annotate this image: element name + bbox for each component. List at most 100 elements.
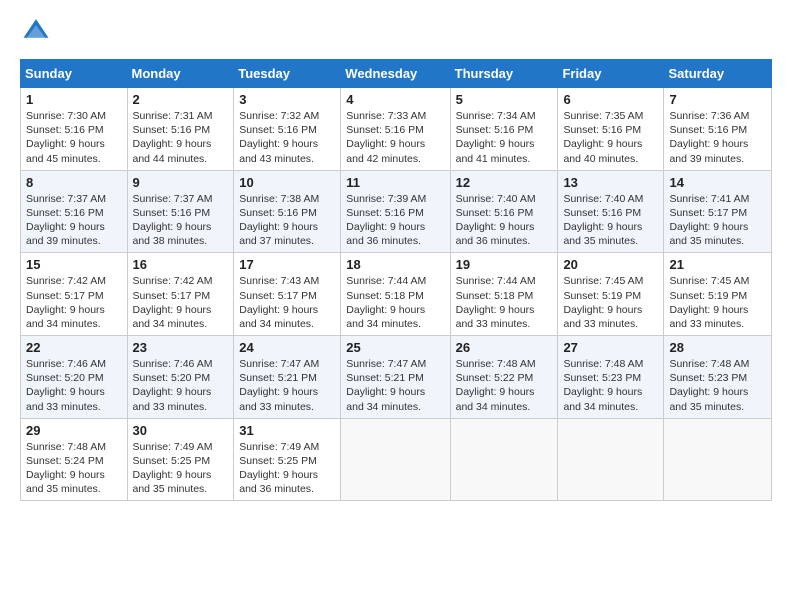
day-number: 13 [563,175,658,190]
calendar-cell [664,418,772,501]
day-info: Sunrise: 7:31 AMSunset: 5:16 PMDaylight:… [133,110,213,165]
day-info: Sunrise: 7:40 AMSunset: 5:16 PMDaylight:… [456,193,536,248]
calendar-cell: 6 Sunrise: 7:35 AMSunset: 5:16 PMDayligh… [558,88,664,171]
day-number: 9 [133,175,229,190]
calendar-cell: 12 Sunrise: 7:40 AMSunset: 5:16 PMDaylig… [450,170,558,253]
calendar-header-row: SundayMondayTuesdayWednesdayThursdayFrid… [21,60,772,88]
day-info: Sunrise: 7:48 AMSunset: 5:23 PMDaylight:… [563,358,643,413]
day-info: Sunrise: 7:47 AMSunset: 5:21 PMDaylight:… [239,358,319,413]
day-number: 17 [239,257,335,272]
day-info: Sunrise: 7:35 AMSunset: 5:16 PMDaylight:… [563,110,643,165]
day-info: Sunrise: 7:45 AMSunset: 5:19 PMDaylight:… [563,275,643,330]
day-number: 7 [669,92,766,107]
day-number: 16 [133,257,229,272]
calendar-cell: 23 Sunrise: 7:46 AMSunset: 5:20 PMDaylig… [127,336,234,419]
day-info: Sunrise: 7:42 AMSunset: 5:17 PMDaylight:… [26,275,106,330]
day-number: 23 [133,340,229,355]
day-info: Sunrise: 7:41 AMSunset: 5:17 PMDaylight:… [669,193,749,248]
day-info: Sunrise: 7:44 AMSunset: 5:18 PMDaylight:… [456,275,536,330]
calendar-cell: 16 Sunrise: 7:42 AMSunset: 5:17 PMDaylig… [127,253,234,336]
calendar-header-wednesday: Wednesday [341,60,450,88]
calendar-header-thursday: Thursday [450,60,558,88]
day-number: 14 [669,175,766,190]
calendar-cell [450,418,558,501]
day-number: 20 [563,257,658,272]
header [20,16,772,49]
calendar-table: SundayMondayTuesdayWednesdayThursdayFrid… [20,59,772,501]
day-info: Sunrise: 7:48 AMSunset: 5:23 PMDaylight:… [669,358,749,413]
calendar-header-saturday: Saturday [664,60,772,88]
day-number: 21 [669,257,766,272]
day-info: Sunrise: 7:38 AMSunset: 5:16 PMDaylight:… [239,193,319,248]
day-number: 12 [456,175,553,190]
day-number: 4 [346,92,444,107]
calendar-cell: 3 Sunrise: 7:32 AMSunset: 5:16 PMDayligh… [234,88,341,171]
calendar-cell: 27 Sunrise: 7:48 AMSunset: 5:23 PMDaylig… [558,336,664,419]
calendar-cell: 5 Sunrise: 7:34 AMSunset: 5:16 PMDayligh… [450,88,558,171]
calendar-cell: 14 Sunrise: 7:41 AMSunset: 5:17 PMDaylig… [664,170,772,253]
calendar-cell: 31 Sunrise: 7:49 AMSunset: 5:25 PMDaylig… [234,418,341,501]
day-number: 27 [563,340,658,355]
day-number: 8 [26,175,122,190]
day-number: 5 [456,92,553,107]
day-info: Sunrise: 7:39 AMSunset: 5:16 PMDaylight:… [346,193,426,248]
day-number: 18 [346,257,444,272]
day-info: Sunrise: 7:48 AMSunset: 5:22 PMDaylight:… [456,358,536,413]
day-info: Sunrise: 7:36 AMSunset: 5:16 PMDaylight:… [669,110,749,165]
day-info: Sunrise: 7:49 AMSunset: 5:25 PMDaylight:… [133,441,213,496]
day-info: Sunrise: 7:33 AMSunset: 5:16 PMDaylight:… [346,110,426,165]
day-info: Sunrise: 7:48 AMSunset: 5:24 PMDaylight:… [26,441,106,496]
calendar-cell: 1 Sunrise: 7:30 AMSunset: 5:16 PMDayligh… [21,88,128,171]
day-info: Sunrise: 7:32 AMSunset: 5:16 PMDaylight:… [239,110,319,165]
calendar-header-tuesday: Tuesday [234,60,341,88]
calendar-cell: 21 Sunrise: 7:45 AMSunset: 5:19 PMDaylig… [664,253,772,336]
day-number: 2 [133,92,229,107]
calendar-cell: 8 Sunrise: 7:37 AMSunset: 5:16 PMDayligh… [21,170,128,253]
logo-icon [22,16,50,44]
calendar-week-row: 1 Sunrise: 7:30 AMSunset: 5:16 PMDayligh… [21,88,772,171]
calendar-cell [341,418,450,501]
calendar-cell: 13 Sunrise: 7:40 AMSunset: 5:16 PMDaylig… [558,170,664,253]
day-info: Sunrise: 7:46 AMSunset: 5:20 PMDaylight:… [133,358,213,413]
day-number: 10 [239,175,335,190]
calendar-cell: 4 Sunrise: 7:33 AMSunset: 5:16 PMDayligh… [341,88,450,171]
day-number: 31 [239,423,335,438]
calendar-cell: 25 Sunrise: 7:47 AMSunset: 5:21 PMDaylig… [341,336,450,419]
calendar-cell: 26 Sunrise: 7:48 AMSunset: 5:22 PMDaylig… [450,336,558,419]
calendar-header-sunday: Sunday [21,60,128,88]
calendar-cell [558,418,664,501]
day-info: Sunrise: 7:37 AMSunset: 5:16 PMDaylight:… [133,193,213,248]
calendar-cell: 2 Sunrise: 7:31 AMSunset: 5:16 PMDayligh… [127,88,234,171]
logo [20,16,54,49]
calendar-header-monday: Monday [127,60,234,88]
day-number: 11 [346,175,444,190]
calendar-cell: 29 Sunrise: 7:48 AMSunset: 5:24 PMDaylig… [21,418,128,501]
calendar-week-row: 15 Sunrise: 7:42 AMSunset: 5:17 PMDaylig… [21,253,772,336]
calendar-cell: 30 Sunrise: 7:49 AMSunset: 5:25 PMDaylig… [127,418,234,501]
day-number: 30 [133,423,229,438]
calendar-cell: 10 Sunrise: 7:38 AMSunset: 5:16 PMDaylig… [234,170,341,253]
day-number: 28 [669,340,766,355]
day-info: Sunrise: 7:37 AMSunset: 5:16 PMDaylight:… [26,193,106,248]
calendar-cell: 11 Sunrise: 7:39 AMSunset: 5:16 PMDaylig… [341,170,450,253]
day-number: 24 [239,340,335,355]
day-number: 22 [26,340,122,355]
day-info: Sunrise: 7:40 AMSunset: 5:16 PMDaylight:… [563,193,643,248]
calendar-cell: 7 Sunrise: 7:36 AMSunset: 5:16 PMDayligh… [664,88,772,171]
calendar-cell: 9 Sunrise: 7:37 AMSunset: 5:16 PMDayligh… [127,170,234,253]
calendar-cell: 20 Sunrise: 7:45 AMSunset: 5:19 PMDaylig… [558,253,664,336]
day-info: Sunrise: 7:49 AMSunset: 5:25 PMDaylight:… [239,441,319,496]
calendar-cell: 19 Sunrise: 7:44 AMSunset: 5:18 PMDaylig… [450,253,558,336]
calendar-cell: 15 Sunrise: 7:42 AMSunset: 5:17 PMDaylig… [21,253,128,336]
calendar-header-friday: Friday [558,60,664,88]
day-number: 29 [26,423,122,438]
day-number: 1 [26,92,122,107]
calendar-cell: 22 Sunrise: 7:46 AMSunset: 5:20 PMDaylig… [21,336,128,419]
day-number: 6 [563,92,658,107]
day-number: 3 [239,92,335,107]
calendar-cell: 24 Sunrise: 7:47 AMSunset: 5:21 PMDaylig… [234,336,341,419]
day-info: Sunrise: 7:47 AMSunset: 5:21 PMDaylight:… [346,358,426,413]
day-number: 15 [26,257,122,272]
calendar-cell: 18 Sunrise: 7:44 AMSunset: 5:18 PMDaylig… [341,253,450,336]
day-info: Sunrise: 7:42 AMSunset: 5:17 PMDaylight:… [133,275,213,330]
